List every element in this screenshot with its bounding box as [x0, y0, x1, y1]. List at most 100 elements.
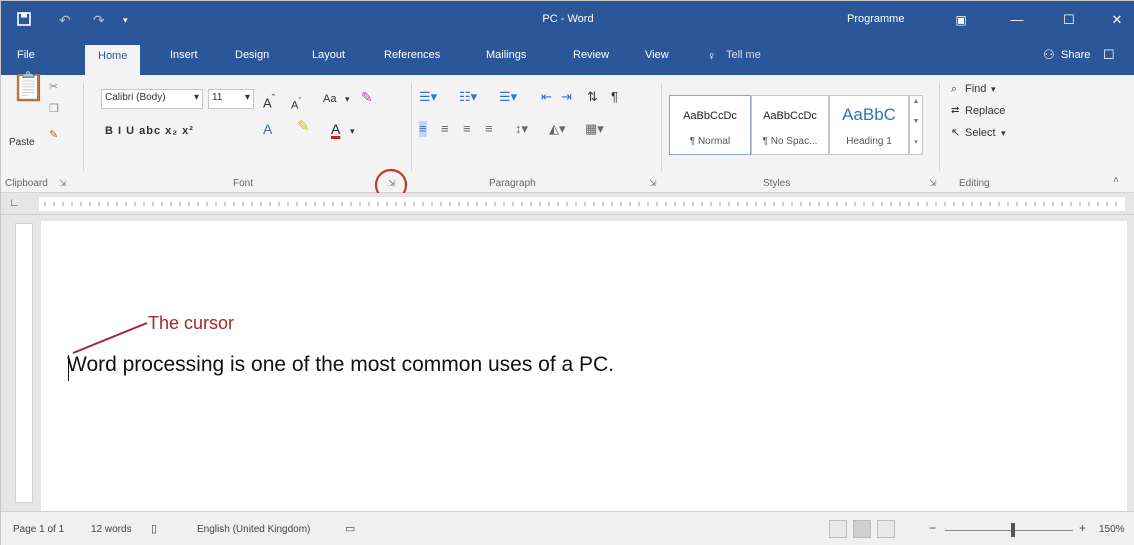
font-group-label: Font: [233, 178, 254, 189]
zoom-slider-thumb[interactable]: [1011, 523, 1015, 537]
format-buttons-row[interactable]: B I U abc x₂ x²: [105, 123, 194, 139]
styles-more-icon[interactable]: ▾: [910, 138, 922, 146]
clear-formatting-icon[interactable]: ✎: [361, 89, 373, 105]
paste-button[interactable]: Paste: [9, 135, 35, 151]
line-spacing-icon[interactable]: ↕▾: [515, 121, 528, 137]
tab-home[interactable]: Home: [85, 45, 141, 75]
horizontal-ruler[interactable]: ∟: [1, 193, 1134, 215]
format-painter-icon[interactable]: ✎: [49, 127, 58, 143]
page-count[interactable]: Page 1 of 1: [13, 524, 64, 535]
find-dropdown-icon[interactable]: ▾: [991, 81, 996, 97]
align-left-icon[interactable]: ≡: [419, 121, 427, 137]
paragraph-launcher-icon[interactable]: ⇲: [649, 178, 657, 189]
style-name: ¶ Normal: [689, 136, 731, 147]
replace-icon: ⇄: [951, 105, 960, 116]
print-layout-button[interactable]: [853, 520, 871, 538]
word-count[interactable]: 12 words: [91, 524, 132, 535]
align-right-icon[interactable]: ≡: [463, 121, 471, 137]
increase-indent-icon[interactable]: ⇥: [561, 89, 572, 105]
tab-file[interactable]: File: [17, 49, 35, 61]
collapse-ribbon-icon[interactable]: ˄: [1113, 173, 1119, 189]
close-button[interactable]: ✕: [1097, 7, 1134, 33]
minimize-button[interactable]: —: [997, 7, 1037, 33]
read-mode-button[interactable]: [829, 520, 847, 538]
ruler-strip: [39, 197, 1125, 211]
find-icon: ⌕: [951, 83, 958, 95]
justify-icon[interactable]: ≡: [485, 121, 493, 137]
tell-me-search[interactable]: Tell me: [726, 49, 761, 61]
account-name[interactable]: Programme: [847, 13, 904, 25]
paste-icon[interactable]: 📋: [11, 73, 46, 101]
web-layout-button[interactable]: [877, 520, 895, 538]
text-cursor: [68, 355, 69, 381]
tab-selector-icon[interactable]: ∟: [9, 197, 20, 209]
replace-button[interactable]: Replace: [965, 103, 1005, 119]
styles-up-icon[interactable]: ▲: [910, 98, 922, 105]
style-normal[interactable]: AaBbCcDc ¶ Normal: [669, 95, 751, 155]
show-formatting-icon[interactable]: ¶: [611, 89, 618, 105]
grow-font-icon[interactable]: Aˆ: [263, 91, 275, 111]
vertical-ruler: [15, 223, 33, 503]
find-button[interactable]: Find: [965, 81, 986, 97]
numbering-icon[interactable]: ☷▾: [459, 89, 477, 105]
tab-layout[interactable]: Layout: [312, 49, 345, 61]
clipboard-launcher-icon[interactable]: ⇲: [59, 178, 67, 189]
sort-icon[interactable]: ⇅: [587, 89, 598, 105]
tab-view[interactable]: View: [645, 49, 669, 61]
font-color-dropdown-icon[interactable]: ▾: [350, 123, 355, 139]
style-heading-1[interactable]: AaBbC Heading 1: [829, 95, 909, 155]
clipboard-group-label: Clipboard: [5, 178, 48, 189]
style-no-spacing[interactable]: AaBbCcDc ¶ No Spac...: [751, 95, 829, 155]
group-separator: [83, 83, 84, 171]
zoom-out-button[interactable]: −: [929, 521, 936, 535]
font-size-value: 11: [212, 92, 223, 103]
editing-group-label: Editing: [959, 178, 990, 189]
tab-insert[interactable]: Insert: [170, 49, 198, 61]
cut-icon[interactable]: ✂: [49, 79, 58, 95]
bullets-icon[interactable]: ☰▾: [419, 89, 437, 105]
font-color-icon[interactable]: A: [331, 121, 340, 137]
ribbon-home: 📋 Paste ✂ ❐ ✎ Clipboard ⇲ Calibri (Body)…: [1, 73, 1134, 202]
cursor-callout-label: The cursor: [148, 313, 235, 333]
copy-icon[interactable]: ❐: [49, 101, 59, 117]
shading-icon[interactable]: ◭▾: [549, 121, 566, 137]
chevron-down-icon[interactable]: ▾: [345, 91, 350, 107]
style-preview: AaBbC: [842, 105, 896, 124]
lightbulb-icon: ♀: [707, 49, 716, 63]
ribbon-tabs: File Home Insert Design Layout Reference…: [1, 39, 1134, 75]
styles-scroll[interactable]: ▲ ▼ ▾: [909, 95, 923, 155]
highlight-color-icon[interactable]: ✎: [297, 119, 310, 135]
style-name: Heading 1: [846, 136, 892, 147]
shrink-font-icon[interactable]: Aˇ: [291, 93, 301, 114]
language-indicator[interactable]: English (United Kingdom): [197, 524, 310, 535]
borders-icon[interactable]: ▦▾: [585, 121, 604, 137]
decrease-indent-icon[interactable]: ⇤: [541, 89, 552, 105]
zoom-in-button[interactable]: +: [1079, 521, 1086, 535]
maximize-button[interactable]: ☐: [1049, 7, 1089, 33]
font-size-field[interactable]: 11 ▾: [208, 89, 254, 109]
styles-launcher-icon[interactable]: ⇲: [929, 178, 937, 189]
proofing-icon[interactable]: ▯: [151, 522, 157, 535]
tab-mailings[interactable]: Mailings: [486, 49, 526, 61]
tab-review[interactable]: Review: [573, 49, 609, 61]
style-name: ¶ No Spac...: [762, 136, 818, 147]
multilevel-list-icon[interactable]: ☰▾: [499, 89, 517, 105]
comments-icon[interactable]: ☐: [1103, 47, 1115, 63]
share-button[interactable]: Share: [1061, 49, 1090, 61]
ruler-ticks: [44, 202, 1117, 206]
share-icon: ⚇: [1043, 47, 1055, 62]
align-center-icon[interactable]: ≡: [441, 121, 449, 137]
change-case-button[interactable]: Aa: [323, 91, 336, 107]
styles-down-icon[interactable]: ▼: [910, 118, 922, 125]
ribbon-display-options-icon[interactable]: ▣: [941, 7, 981, 33]
tab-design[interactable]: Design: [235, 49, 269, 61]
macro-record-icon[interactable]: ▭: [345, 522, 355, 535]
zoom-slider-track[interactable]: [945, 530, 1073, 531]
select-dropdown-icon[interactable]: ▾: [1001, 125, 1006, 141]
select-button[interactable]: Select: [965, 125, 996, 141]
tab-references[interactable]: References: [384, 49, 440, 61]
text-effects-icon[interactable]: A: [263, 121, 272, 137]
zoom-level[interactable]: 150%: [1099, 524, 1125, 535]
font-name-field[interactable]: Calibri (Body) ▾: [101, 89, 203, 109]
style-preview: AaBbCcDc: [683, 110, 737, 122]
